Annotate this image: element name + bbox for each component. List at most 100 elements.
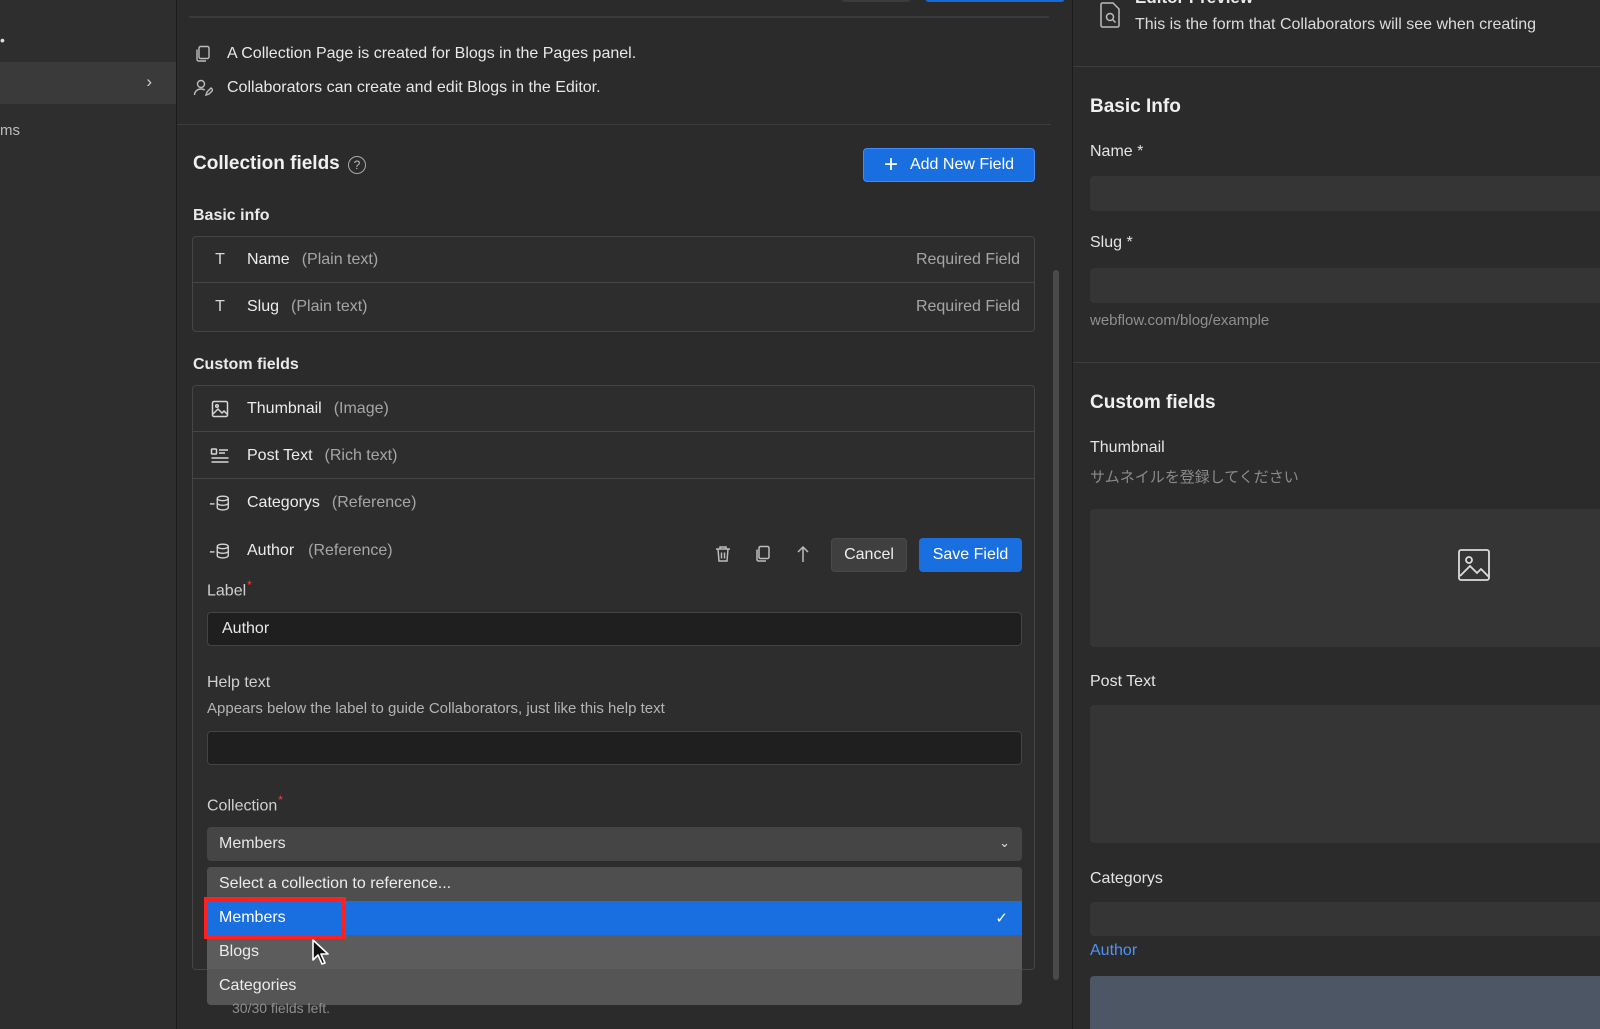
save-field-button[interactable]: Save Field	[919, 538, 1022, 572]
sidebar-item-active[interactable]: ›	[0, 62, 176, 104]
preview-post-text-label: Post Text	[1090, 673, 1156, 690]
field-type: (Plain text)	[291, 298, 368, 315]
left-sidebar: • › ms	[0, 0, 177, 1029]
preview-title: Editor Preview	[1135, 0, 1253, 8]
help-icon[interactable]: ?	[348, 156, 366, 174]
custom-fields-label: Custom fields	[193, 356, 299, 373]
dropdown-option-categories[interactable]: Categories	[207, 969, 1022, 1003]
field-row-slug[interactable]: T Slug (Plain text) Required Field	[193, 284, 1034, 330]
reference-icon	[209, 542, 231, 560]
preview-description: This is the form that Collaborators will…	[1135, 16, 1537, 33]
document-search-icon	[1100, 2, 1120, 28]
preview-thumbnail-help: サムネイルを登録してください	[1090, 469, 1299, 486]
preview-author-input[interactable]	[1090, 976, 1600, 1029]
top-primary-button[interactable]	[925, 0, 1065, 2]
collection-select-value: Members	[219, 835, 286, 852]
field-type: (Plain text)	[301, 250, 379, 268]
field-row-post-text[interactable]: Post Text (Rich text)	[193, 433, 1034, 479]
preview-categorys-label: Categorys	[1090, 870, 1163, 887]
text-icon: T	[215, 298, 225, 315]
preview-name-input[interactable]	[1090, 176, 1600, 211]
info-pages: A Collection Page is created for Blogs i…	[193, 44, 636, 64]
required-field-label: Required Field	[915, 298, 1020, 315]
chevron-down-icon: ⌄	[999, 835, 1010, 850]
image-placeholder-icon	[1458, 549, 1490, 581]
preview-thumbnail-dropzone[interactable]	[1090, 509, 1600, 647]
required-indicator: *	[278, 793, 283, 807]
help-text-input[interactable]	[207, 731, 1022, 765]
collection-select[interactable]: Members ⌄	[207, 827, 1022, 861]
top-secondary-button[interactable]	[841, 0, 911, 2]
add-new-field-button[interactable]: + Add New Field	[863, 148, 1035, 182]
custom-fields-list: Thumbnail (Image) Post Text (Rich text) …	[192, 385, 1035, 528]
collection-label-text: Collection	[207, 797, 278, 815]
scrollbar[interactable]	[1053, 270, 1059, 980]
field-type: (Reference)	[308, 542, 393, 559]
info-collaborators: Collaborators can create and edit Blogs …	[193, 78, 601, 98]
field-name: Post Text	[247, 446, 313, 464]
field-name: Author	[247, 542, 295, 559]
field-name: Slug	[247, 298, 280, 315]
top-divider	[189, 0, 1049, 18]
rich-text-icon	[209, 447, 231, 465]
chevron-right-icon: ›	[146, 72, 152, 91]
preview-slug-hint: webflow.com/blog/example	[1090, 312, 1270, 329]
preview-thumbnail-label: Thumbnail	[1090, 439, 1165, 456]
cancel-button[interactable]: Cancel	[831, 538, 907, 572]
collection-field-label: Collection*	[207, 793, 283, 815]
fields-left-hint: 30/30 fields left.	[232, 1000, 331, 1016]
collection-settings-panel: A Collection Page is created for Blogs i…	[177, 0, 1071, 1029]
collection-fields-title: Collection fields	[193, 153, 340, 174]
field-row-categorys[interactable]: Categorys (Reference)	[193, 480, 1034, 526]
help-text-label: Help text	[207, 674, 271, 691]
preview-author-label: Author	[1090, 942, 1138, 959]
preview-categorys-input[interactable]	[1090, 902, 1600, 936]
required-indicator: *	[247, 578, 252, 592]
preview-post-text-input[interactable]	[1090, 705, 1600, 843]
editor-preview-panel: Editor Preview This is the form that Col…	[1072, 0, 1600, 1029]
sidebar-item-label[interactable]: ms	[0, 122, 20, 139]
text-icon: T	[215, 250, 225, 268]
divider	[177, 124, 1051, 125]
basic-info-fields: T Name (Plain text) Required Field T Slu…	[192, 236, 1035, 332]
reference-icon	[209, 494, 231, 512]
sidebar-dot: •	[0, 32, 5, 48]
trash-icon[interactable]	[713, 544, 733, 564]
basic-info-label: Basic info	[193, 207, 270, 224]
field-type: (Reference)	[331, 494, 417, 511]
option-label: Blogs	[219, 943, 260, 960]
label-input-value: Author	[222, 620, 270, 637]
label-text: Label	[207, 582, 247, 600]
preview-slug-label: Slug *	[1090, 234, 1133, 251]
info-collaborators-text: Collaborators can create and edit Blogs …	[227, 79, 601, 96]
add-new-field-label: Add New Field	[909, 156, 1015, 173]
preview-basic-info: Basic Info	[1090, 96, 1181, 117]
field-name: Name	[247, 250, 290, 268]
help-text-description: Appears below the label to guide Collabo…	[207, 700, 665, 717]
field-name: Thumbnail	[247, 399, 322, 417]
duplicate-icon[interactable]	[753, 544, 773, 564]
image-icon	[209, 400, 231, 418]
label-field-label: Label*	[207, 578, 252, 600]
user-edit-icon	[193, 78, 213, 98]
field-row-author[interactable]: Author (Reference) Cancel Save Field	[193, 528, 1034, 578]
preview-header: Editor Preview This is the form that Col…	[1073, 0, 1600, 67]
preview-custom-fields: Custom fields	[1090, 392, 1216, 413]
field-row-thumbnail[interactable]: Thumbnail (Image)	[193, 386, 1034, 432]
mouse-cursor-icon	[312, 939, 329, 965]
pages-icon	[193, 44, 213, 64]
dropdown-placeholder: Select a collection to reference...	[207, 867, 1022, 901]
field-name: Categorys	[247, 494, 320, 511]
check-icon: ✓	[995, 910, 1008, 927]
divider	[1073, 362, 1600, 363]
field-row-name[interactable]: T Name (Plain text) Required Field	[193, 237, 1034, 283]
move-icon[interactable]	[793, 544, 813, 564]
required-field-label: Required Field	[915, 250, 1020, 268]
info-pages-text: A Collection Page is created for Blogs i…	[227, 45, 637, 62]
highlight-box	[204, 897, 346, 939]
field-type: (Image)	[333, 399, 389, 417]
preview-slug-input[interactable]	[1090, 268, 1600, 303]
field-type: (Rich text)	[324, 446, 398, 464]
preview-name-label: Name *	[1090, 143, 1144, 160]
label-input[interactable]: Author	[207, 612, 1022, 646]
